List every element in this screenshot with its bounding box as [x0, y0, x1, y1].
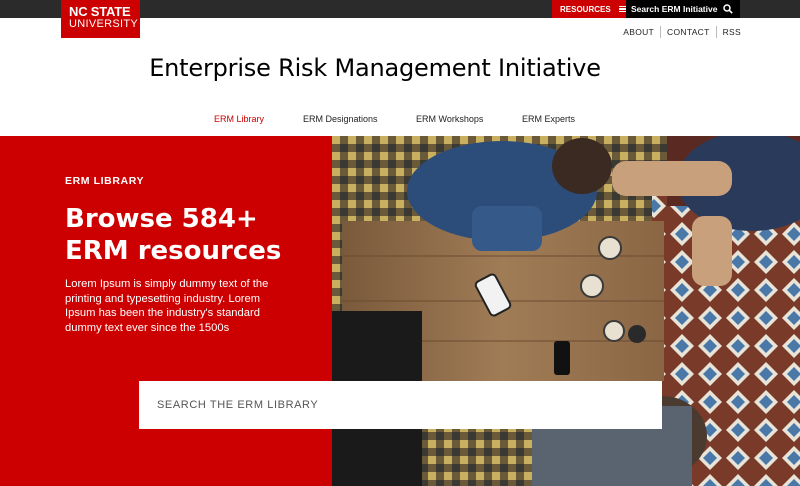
search-icon [723, 4, 733, 14]
hamburger-icon [618, 5, 626, 13]
logo-line1: NC STATE [69, 4, 131, 19]
utility-links: ABOUT CONTACT RSS [617, 26, 747, 38]
search-input[interactable] [157, 399, 637, 411]
nav-item-erm-experts[interactable]: ERM Experts [522, 114, 575, 124]
erm-library-search[interactable] [139, 381, 662, 429]
nav-item-erm-designations[interactable]: ERM Designations [303, 114, 378, 124]
resources-label: RESOURCES [560, 4, 611, 14]
resources-button[interactable]: RESOURCES [552, 0, 626, 18]
hero-photo [332, 136, 800, 486]
contact-link[interactable]: CONTACT [661, 27, 716, 37]
search-erm-button[interactable]: Search ERM Initiative [626, 0, 740, 18]
hero-description: Lorem Ipsum is simply dummy text of the … [65, 278, 269, 334]
hero-label: ERM LIBRARY [65, 175, 145, 187]
nav-item-erm-workshops[interactable]: ERM Workshops [416, 114, 483, 124]
search-erm-label: Search ERM Initiative [631, 4, 718, 14]
nc-state-logo[interactable]: NC STATE UNIVERSITY [61, 0, 140, 38]
logo-line2: UNIVERSITY [69, 18, 139, 30]
site-title[interactable]: Enterprise Risk Management Initiative [0, 54, 750, 82]
main-nav: ERM Library ERM Designations ERM Worksho… [0, 114, 800, 126]
hero-heading: Browse 584+ ERM resources [65, 204, 282, 266]
nav-item-erm-library[interactable]: ERM Library [214, 114, 264, 124]
rss-link[interactable]: RSS [717, 27, 747, 37]
about-link[interactable]: ABOUT [617, 27, 660, 37]
